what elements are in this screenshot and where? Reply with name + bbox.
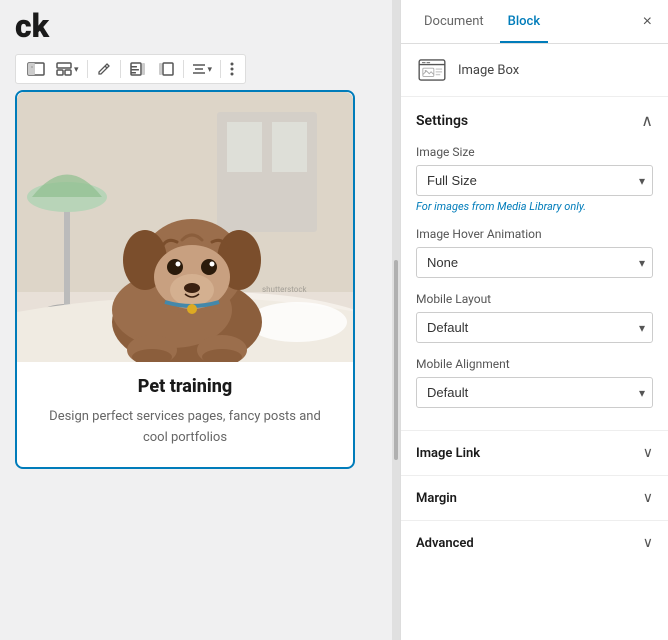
image-hover-animation-label: Image Hover Animation bbox=[416, 227, 653, 241]
block-toolbar: ▾ bbox=[15, 54, 246, 84]
image-size-hint: For images from Media Library only. bbox=[416, 200, 653, 213]
mobile-alignment-group: Mobile Alignment Default Left Center Rig… bbox=[416, 357, 653, 408]
image-link-chevron: ∨ bbox=[643, 445, 653, 461]
close-panel-btn[interactable]: × bbox=[639, 9, 656, 35]
alignment-chevron: ▾ bbox=[208, 64, 213, 75]
advanced-section: Advanced ∨ bbox=[401, 520, 668, 565]
margin-title: Margin bbox=[416, 491, 457, 506]
image-link-title: Image Link bbox=[416, 446, 480, 461]
image-block-icon bbox=[27, 62, 45, 76]
block-tab[interactable]: Block bbox=[500, 2, 548, 43]
pencil-btn[interactable] bbox=[92, 59, 116, 79]
toolbar-divider-1 bbox=[87, 60, 88, 78]
panel-divider bbox=[392, 0, 400, 640]
image-hover-animation-group: Image Hover Animation None Grow Shrink P… bbox=[416, 227, 653, 278]
image-box-icon bbox=[416, 56, 448, 84]
image-block-btn[interactable] bbox=[22, 59, 50, 79]
mobile-layout-label: Mobile Layout bbox=[416, 292, 653, 306]
panel-tabs: Document Block × bbox=[401, 0, 668, 44]
alignment-btn[interactable]: ▾ bbox=[188, 60, 217, 78]
mobile-alignment-select[interactable]: Default Left Center Right bbox=[416, 377, 653, 408]
toolbar-divider-3 bbox=[183, 60, 184, 78]
advanced-title: Advanced bbox=[416, 536, 474, 551]
image-size-select-wrapper: Full Size Large Medium Thumbnail ▾ bbox=[416, 165, 653, 196]
svg-text:shutterstock: shutterstock bbox=[262, 285, 308, 294]
settings-section: Settings ∧ Image Size Full Size Large Me… bbox=[401, 97, 668, 430]
image-size-select[interactable]: Full Size Large Medium Thumbnail bbox=[416, 165, 653, 196]
content-block: shutterstock Pet training Design perfect… bbox=[15, 90, 355, 469]
advanced-header[interactable]: Advanced ∨ bbox=[401, 521, 668, 565]
margin-section: Margin ∨ bbox=[401, 475, 668, 520]
editor-area: ck ▾ bbox=[0, 0, 392, 640]
mobile-layout-select[interactable]: Default Image Above Image Below Image Le… bbox=[416, 312, 653, 343]
more-options-btn[interactable] bbox=[225, 59, 239, 79]
content-text: Pet training Design perfect services pag… bbox=[17, 362, 353, 467]
layout-icon bbox=[56, 62, 72, 76]
align-left-icon bbox=[130, 62, 146, 76]
toolbar-divider-4 bbox=[220, 60, 221, 78]
scroll-thumb[interactable] bbox=[394, 260, 398, 460]
image-hover-animation-select-wrapper: None Grow Shrink Pulse ▾ bbox=[416, 247, 653, 278]
layout-btn[interactable]: ▾ bbox=[52, 59, 83, 79]
align-right-btn[interactable] bbox=[153, 59, 179, 79]
dog-illustration: shutterstock bbox=[17, 92, 353, 362]
image-hover-animation-select[interactable]: None Grow Shrink Pulse bbox=[416, 247, 653, 278]
toolbar-divider-2 bbox=[120, 60, 121, 78]
mobile-layout-select-wrapper: Default Image Above Image Below Image Le… bbox=[416, 312, 653, 343]
pencil-icon bbox=[97, 62, 111, 76]
settings-collapse-btn[interactable]: ∧ bbox=[641, 111, 653, 131]
layout-chevron: ▾ bbox=[74, 64, 79, 75]
alignment-icon bbox=[192, 63, 206, 75]
align-left-btn[interactable] bbox=[125, 59, 151, 79]
mobile-layout-group: Mobile Layout Default Image Above Image … bbox=[416, 292, 653, 343]
block-header: Image Box bbox=[401, 44, 668, 97]
document-tab[interactable]: Document bbox=[416, 2, 492, 43]
mobile-alignment-label: Mobile Alignment bbox=[416, 357, 653, 371]
more-options-icon bbox=[230, 62, 234, 76]
image-size-group: Image Size Full Size Large Medium Thumbn… bbox=[416, 145, 653, 213]
pet-description: Design perfect services pages, fancy pos… bbox=[37, 407, 333, 449]
pet-title: Pet training bbox=[37, 376, 333, 397]
advanced-chevron: ∨ bbox=[643, 535, 653, 551]
settings-panel: Document Block × Image Box bbox=[400, 0, 668, 640]
image-link-section: Image Link ∨ bbox=[401, 430, 668, 475]
settings-title: Settings bbox=[416, 113, 468, 129]
align-right-icon bbox=[158, 62, 174, 76]
image-size-label: Image Size bbox=[416, 145, 653, 159]
margin-header[interactable]: Margin ∨ bbox=[401, 476, 668, 520]
settings-header-row: Settings ∧ bbox=[416, 111, 653, 131]
ck-logo: ck bbox=[15, 10, 382, 42]
margin-chevron: ∨ bbox=[643, 490, 653, 506]
block-name-label: Image Box bbox=[458, 63, 519, 78]
mobile-alignment-select-wrapper: Default Left Center Right ▾ bbox=[416, 377, 653, 408]
image-container: shutterstock bbox=[17, 92, 353, 362]
image-link-header[interactable]: Image Link ∨ bbox=[401, 431, 668, 475]
